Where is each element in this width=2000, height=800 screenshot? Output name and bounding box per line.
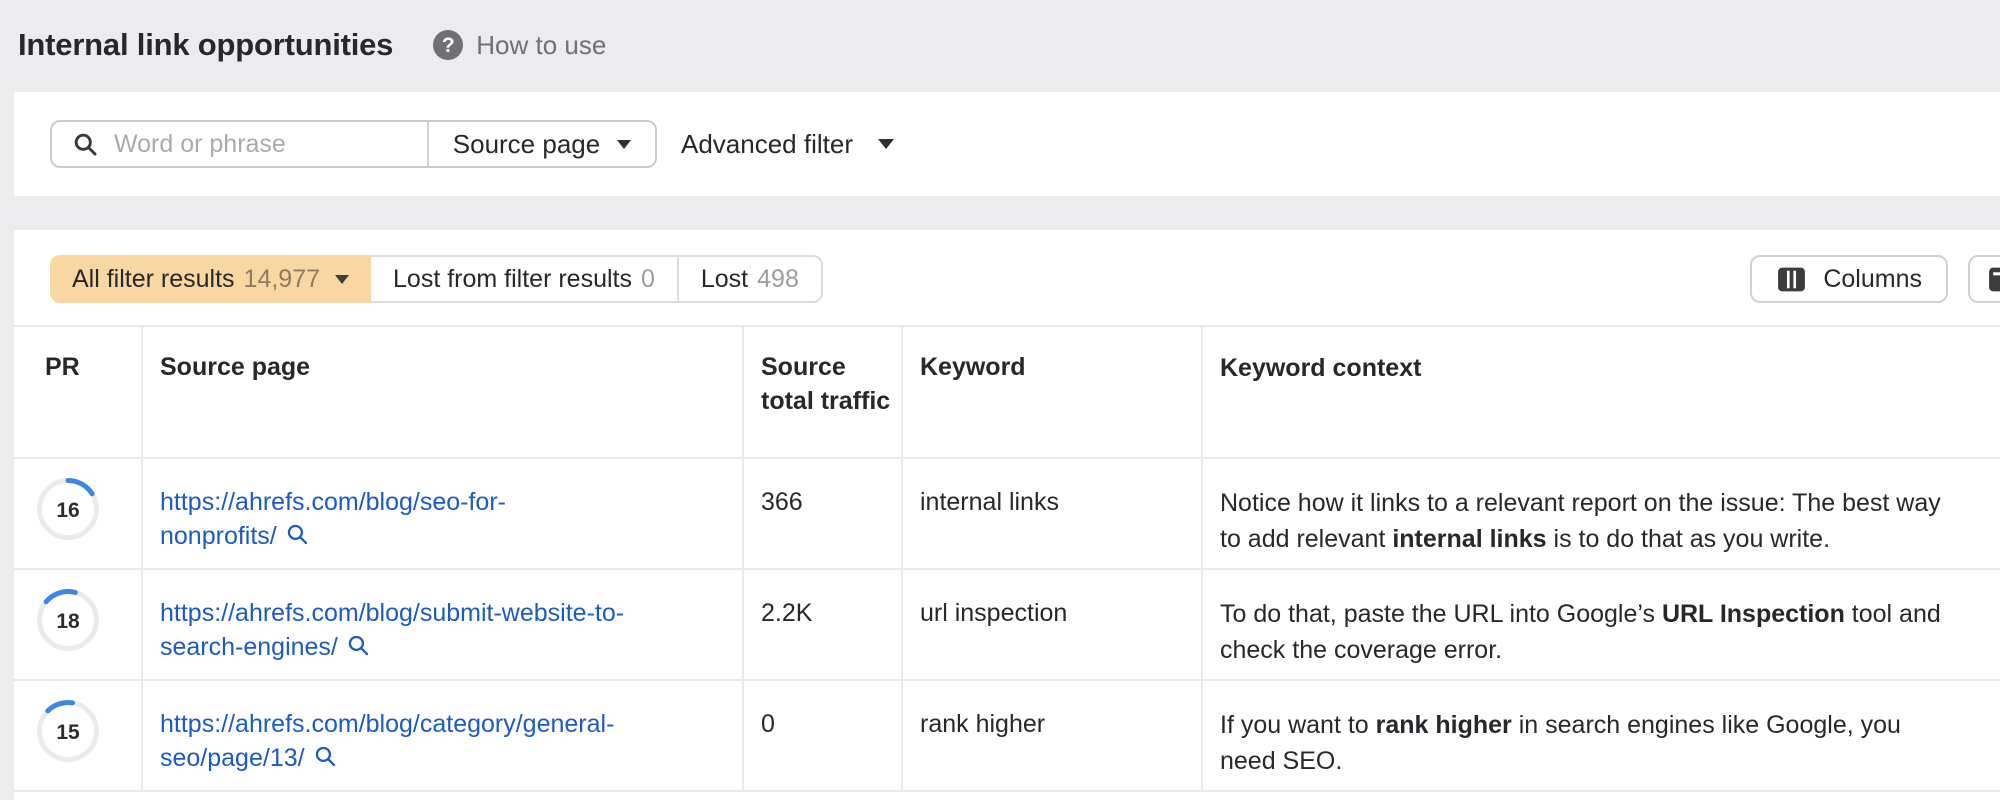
tab-count: 498 <box>757 265 799 294</box>
keyword-context-cell: If you want to rank higher in search eng… <box>1203 681 2000 790</box>
pr-cell: 18 <box>14 570 143 679</box>
source-page-link[interactable]: https://ahrefs.com/blog/seo-for-nonprofi… <box>160 485 506 553</box>
search-scope-value: Source page <box>453 129 600 160</box>
tab-label: Lost <box>701 265 748 294</box>
main-panel: All filter results 14,977 Lost from filt… <box>14 230 2000 800</box>
source-total-traffic-cell: 0 <box>744 681 903 790</box>
pr-value: 18 <box>56 610 80 633</box>
search-icon <box>72 131 99 158</box>
columns-icon <box>1776 264 1807 295</box>
source-page-link[interactable]: https://ahrefs.com/blog/category/general… <box>160 707 614 775</box>
how-to-use-label: How to use <box>476 30 606 61</box>
chevron-down-icon <box>878 139 894 149</box>
table-row: 16 https://ahrefs.com/blog/seo-for-nonpr… <box>14 459 2000 570</box>
tab-count: 14,977 <box>244 265 320 294</box>
column-header-source-total-traffic[interactable]: Source total traffic <box>744 327 903 457</box>
inspect-magnifier-icon[interactable] <box>285 522 310 547</box>
pr-progress-ring: 16 <box>36 477 100 541</box>
page-header: Internal link opportunities ? How to use <box>0 0 606 90</box>
column-header-source-page[interactable]: Source page <box>143 327 744 457</box>
columns-button[interactable]: Columns <box>1750 255 1948 303</box>
advanced-filter-button[interactable]: Advanced filter <box>681 120 894 168</box>
table-header-row: PR Source page Source total traffic Keyw… <box>14 325 2000 459</box>
keyword-cell: url inspection <box>903 570 1203 679</box>
source-total-traffic-cell: 2.2K <box>744 570 903 679</box>
tab-lost-from-filter-results[interactable]: Lost from filter results 0 <box>371 255 679 303</box>
search-section <box>52 122 427 166</box>
tab-label: Lost from filter results <box>393 265 632 294</box>
traffic-value: 366 <box>761 488 803 516</box>
search-combo: Source page <box>50 120 657 168</box>
pr-value: 15 <box>56 721 80 744</box>
filter-bar: Source page Advanced filter <box>14 92 2000 196</box>
filter-results-tabs: All filter results 14,977 Lost from filt… <box>50 255 823 303</box>
chevron-down-icon <box>335 275 349 284</box>
table-body: 16 https://ahrefs.com/blog/seo-for-nonpr… <box>14 459 2000 792</box>
keyword-value: url inspection <box>920 599 1067 627</box>
keyword-cell: internal links <box>903 459 1203 568</box>
pr-value: 16 <box>56 499 79 522</box>
columns-button-label: Columns <box>1823 265 1922 294</box>
how-to-use-link[interactable]: ? How to use <box>433 30 606 61</box>
keyword-value: internal links <box>920 488 1059 516</box>
table-row: 15 https://ahrefs.com/blog/category/gene… <box>14 681 2000 792</box>
pr-cell: 16 <box>14 459 143 568</box>
chevron-down-icon <box>617 140 631 149</box>
tab-label: All filter results <box>72 265 235 294</box>
traffic-value: 2.2K <box>761 599 812 627</box>
page-title: Internal link opportunities <box>18 27 393 63</box>
traffic-value: 0 <box>761 710 775 738</box>
pr-progress-ring: 15 <box>36 699 100 763</box>
question-mark-icon: ? <box>433 30 463 60</box>
advanced-filter-label: Advanced filter <box>681 129 853 160</box>
inspect-magnifier-icon[interactable] <box>313 744 338 769</box>
column-header-pr[interactable]: PR <box>14 327 143 457</box>
source-page-cell: https://ahrefs.com/blog/seo-for-nonprofi… <box>143 459 744 568</box>
export-icon <box>1987 264 2000 295</box>
column-header-keyword[interactable]: Keyword <box>903 327 1203 457</box>
column-header-keyword-context[interactable]: Keyword context <box>1203 327 2000 457</box>
source-page-link[interactable]: https://ahrefs.com/blog/submit-website-t… <box>160 596 624 664</box>
search-input[interactable] <box>112 129 396 160</box>
keyword-context-cell: Notice how it links to a relevant report… <box>1203 459 2000 568</box>
tab-count: 0 <box>641 265 655 294</box>
tab-lost[interactable]: Lost 498 <box>679 255 823 303</box>
table-row: 18 https://ahrefs.com/blog/submit-websit… <box>14 570 2000 681</box>
results-toolbar: All filter results 14,977 Lost from filt… <box>50 255 2000 303</box>
pr-progress-ring: 18 <box>36 588 100 652</box>
keyword-context-cell: To do that, paste the URL into Google’s … <box>1203 570 2000 679</box>
tab-all-filter-results[interactable]: All filter results 14,977 <box>50 255 371 303</box>
results-table: PR Source page Source total traffic Keyw… <box>14 325 2000 792</box>
source-page-cell: https://ahrefs.com/blog/submit-website-t… <box>143 570 744 679</box>
source-page-cell: https://ahrefs.com/blog/category/general… <box>143 681 744 790</box>
keyword-cell: rank higher <box>903 681 1203 790</box>
search-scope-dropdown[interactable]: Source page <box>427 122 655 166</box>
keyword-value: rank higher <box>920 710 1045 738</box>
pr-cell: 15 <box>14 681 143 790</box>
source-total-traffic-cell: 366 <box>744 459 903 568</box>
inspect-magnifier-icon[interactable] <box>346 633 371 658</box>
export-button-partial[interactable] <box>1968 255 2000 303</box>
